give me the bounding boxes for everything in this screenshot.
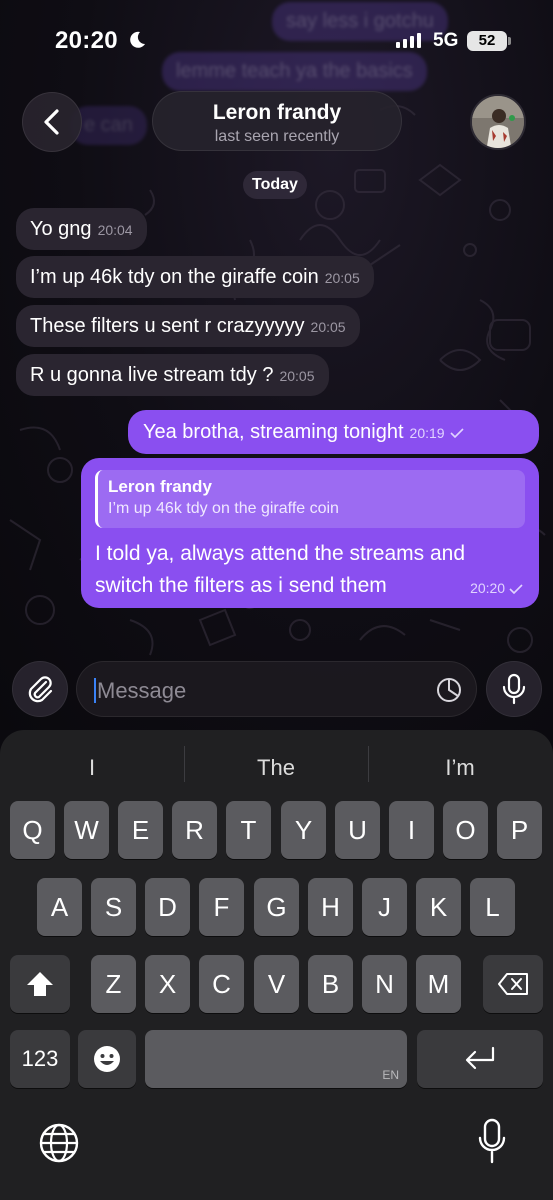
key-v[interactable]: V xyxy=(254,955,299,1013)
key-y[interactable]: Y xyxy=(281,801,326,859)
incoming-message[interactable]: Yo gng 20:04 xyxy=(16,208,147,250)
paperclip-icon xyxy=(28,676,53,703)
shift-icon xyxy=(27,972,53,996)
key-k[interactable]: K xyxy=(416,878,461,936)
key-t[interactable]: T xyxy=(226,801,271,859)
key-a[interactable]: A xyxy=(37,878,82,936)
return-icon xyxy=(465,1046,495,1070)
message-placeholder: Message xyxy=(97,678,187,703)
reply-quote[interactable]: Leron frandy I’m up 46k tdy on the giraf… xyxy=(95,470,525,528)
numbers-key[interactable]: 123 xyxy=(10,1030,70,1088)
message-text: Yea brotha, streaming tonight xyxy=(143,421,404,443)
chat-header[interactable]: Leron frandy last seen recently xyxy=(152,91,402,151)
key-h[interactable]: H xyxy=(308,878,353,936)
status-bar: 20:20 5G 52 xyxy=(0,0,553,84)
sent-check-icon xyxy=(450,428,464,438)
backspace-icon xyxy=(498,973,528,995)
key-r[interactable]: R xyxy=(172,801,217,859)
dictation-icon[interactable] xyxy=(477,1118,507,1164)
outgoing-message[interactable]: Yea brotha, streaming tonight 20:19 xyxy=(128,410,539,454)
battery-icon: 52 xyxy=(467,31,507,51)
avatar[interactable] xyxy=(470,94,526,150)
key-l[interactable]: L xyxy=(470,878,515,936)
globe-icon[interactable] xyxy=(38,1122,80,1164)
delete-key[interactable] xyxy=(483,955,543,1013)
key-o[interactable]: O xyxy=(443,801,488,859)
message-text: Yo gng xyxy=(30,218,92,240)
message-input[interactable]: Message xyxy=(76,661,477,717)
keyboard-language: EN xyxy=(382,1068,399,1082)
voice-message-button[interactable] xyxy=(486,661,542,717)
reply-quote-name: Leron frandy xyxy=(108,477,212,496)
return-key[interactable] xyxy=(417,1030,543,1088)
shift-key[interactable] xyxy=(10,955,70,1013)
emoji-key[interactable] xyxy=(78,1030,136,1088)
emoji-icon xyxy=(94,1046,120,1072)
microphone-icon xyxy=(502,673,526,705)
reply-quote-text: I’m up 46k tdy on the giraffe coin xyxy=(108,500,339,517)
keyboard: I The I’m Q W E R T Y U I O P A S D F G … xyxy=(0,730,553,1200)
suggestion-2[interactable]: The xyxy=(196,750,356,786)
key-i[interactable]: I xyxy=(389,801,434,859)
text-caret xyxy=(94,678,96,703)
key-u[interactable]: U xyxy=(335,801,380,859)
status-time: 20:20 xyxy=(55,27,118,54)
suggestion-divider xyxy=(368,746,369,782)
message-text: I’m up 46k tdy on the giraffe coin xyxy=(30,266,319,288)
key-p[interactable]: P xyxy=(497,801,542,859)
sent-check-icon xyxy=(509,584,523,595)
message-time-row: 20:20 xyxy=(470,576,523,600)
message-time: 20:04 xyxy=(97,222,133,238)
outgoing-reply-message[interactable]: Leron frandy I’m up 46k tdy on the giraf… xyxy=(81,458,539,608)
key-d[interactable]: D xyxy=(145,878,190,936)
key-b[interactable]: B xyxy=(308,955,353,1013)
space-key[interactable]: EN xyxy=(145,1030,407,1088)
sticker-icon[interactable] xyxy=(436,677,462,703)
key-m[interactable]: M xyxy=(416,955,461,1013)
key-s[interactable]: S xyxy=(91,878,136,936)
attach-button[interactable] xyxy=(12,661,68,717)
key-w[interactable]: W xyxy=(64,801,109,859)
key-z[interactable]: Z xyxy=(91,955,136,1013)
message-text: I told ya, always attend the streams and… xyxy=(95,542,466,597)
key-g[interactable]: G xyxy=(254,878,299,936)
composer: Message xyxy=(0,655,553,725)
message-time: 20:05 xyxy=(310,319,346,335)
message-time: 20:05 xyxy=(324,270,360,286)
message-time: 20:05 xyxy=(279,368,315,384)
suggestion-1[interactable]: I xyxy=(20,750,164,786)
key-j[interactable]: J xyxy=(362,878,407,936)
key-c[interactable]: C xyxy=(199,955,244,1013)
key-x[interactable]: X xyxy=(145,955,190,1013)
message-text: R u gonna live stream tdy ? xyxy=(30,364,274,386)
key-f[interactable]: F xyxy=(199,878,244,936)
key-q[interactable]: Q xyxy=(10,801,55,859)
key-e[interactable]: E xyxy=(118,801,163,859)
battery-tip xyxy=(508,37,511,45)
signal-icon xyxy=(396,33,421,48)
incoming-message[interactable]: These filters u sent r crazyyyyy 20:05 xyxy=(16,305,360,347)
network-type: 5G xyxy=(433,30,459,51)
date-chip: Today xyxy=(243,171,307,199)
contact-name: Leron frandy xyxy=(212,101,342,124)
contact-status: last seen recently xyxy=(214,128,340,145)
back-button[interactable] xyxy=(22,92,82,152)
key-n[interactable]: N xyxy=(362,955,407,1013)
suggestion-divider xyxy=(184,746,185,782)
chevron-left-icon xyxy=(44,109,59,135)
incoming-message[interactable]: R u gonna live stream tdy ? 20:05 xyxy=(16,354,329,396)
suggestion-3[interactable]: I’m xyxy=(380,750,540,786)
message-text: These filters u sent r crazyyyyy xyxy=(30,315,305,337)
incoming-message[interactable]: I’m up 46k tdy on the giraffe coin 20:05 xyxy=(16,256,374,298)
message-time: 20:19 xyxy=(409,425,445,441)
moon-icon xyxy=(130,31,145,48)
message-time: 20:20 xyxy=(470,580,506,596)
